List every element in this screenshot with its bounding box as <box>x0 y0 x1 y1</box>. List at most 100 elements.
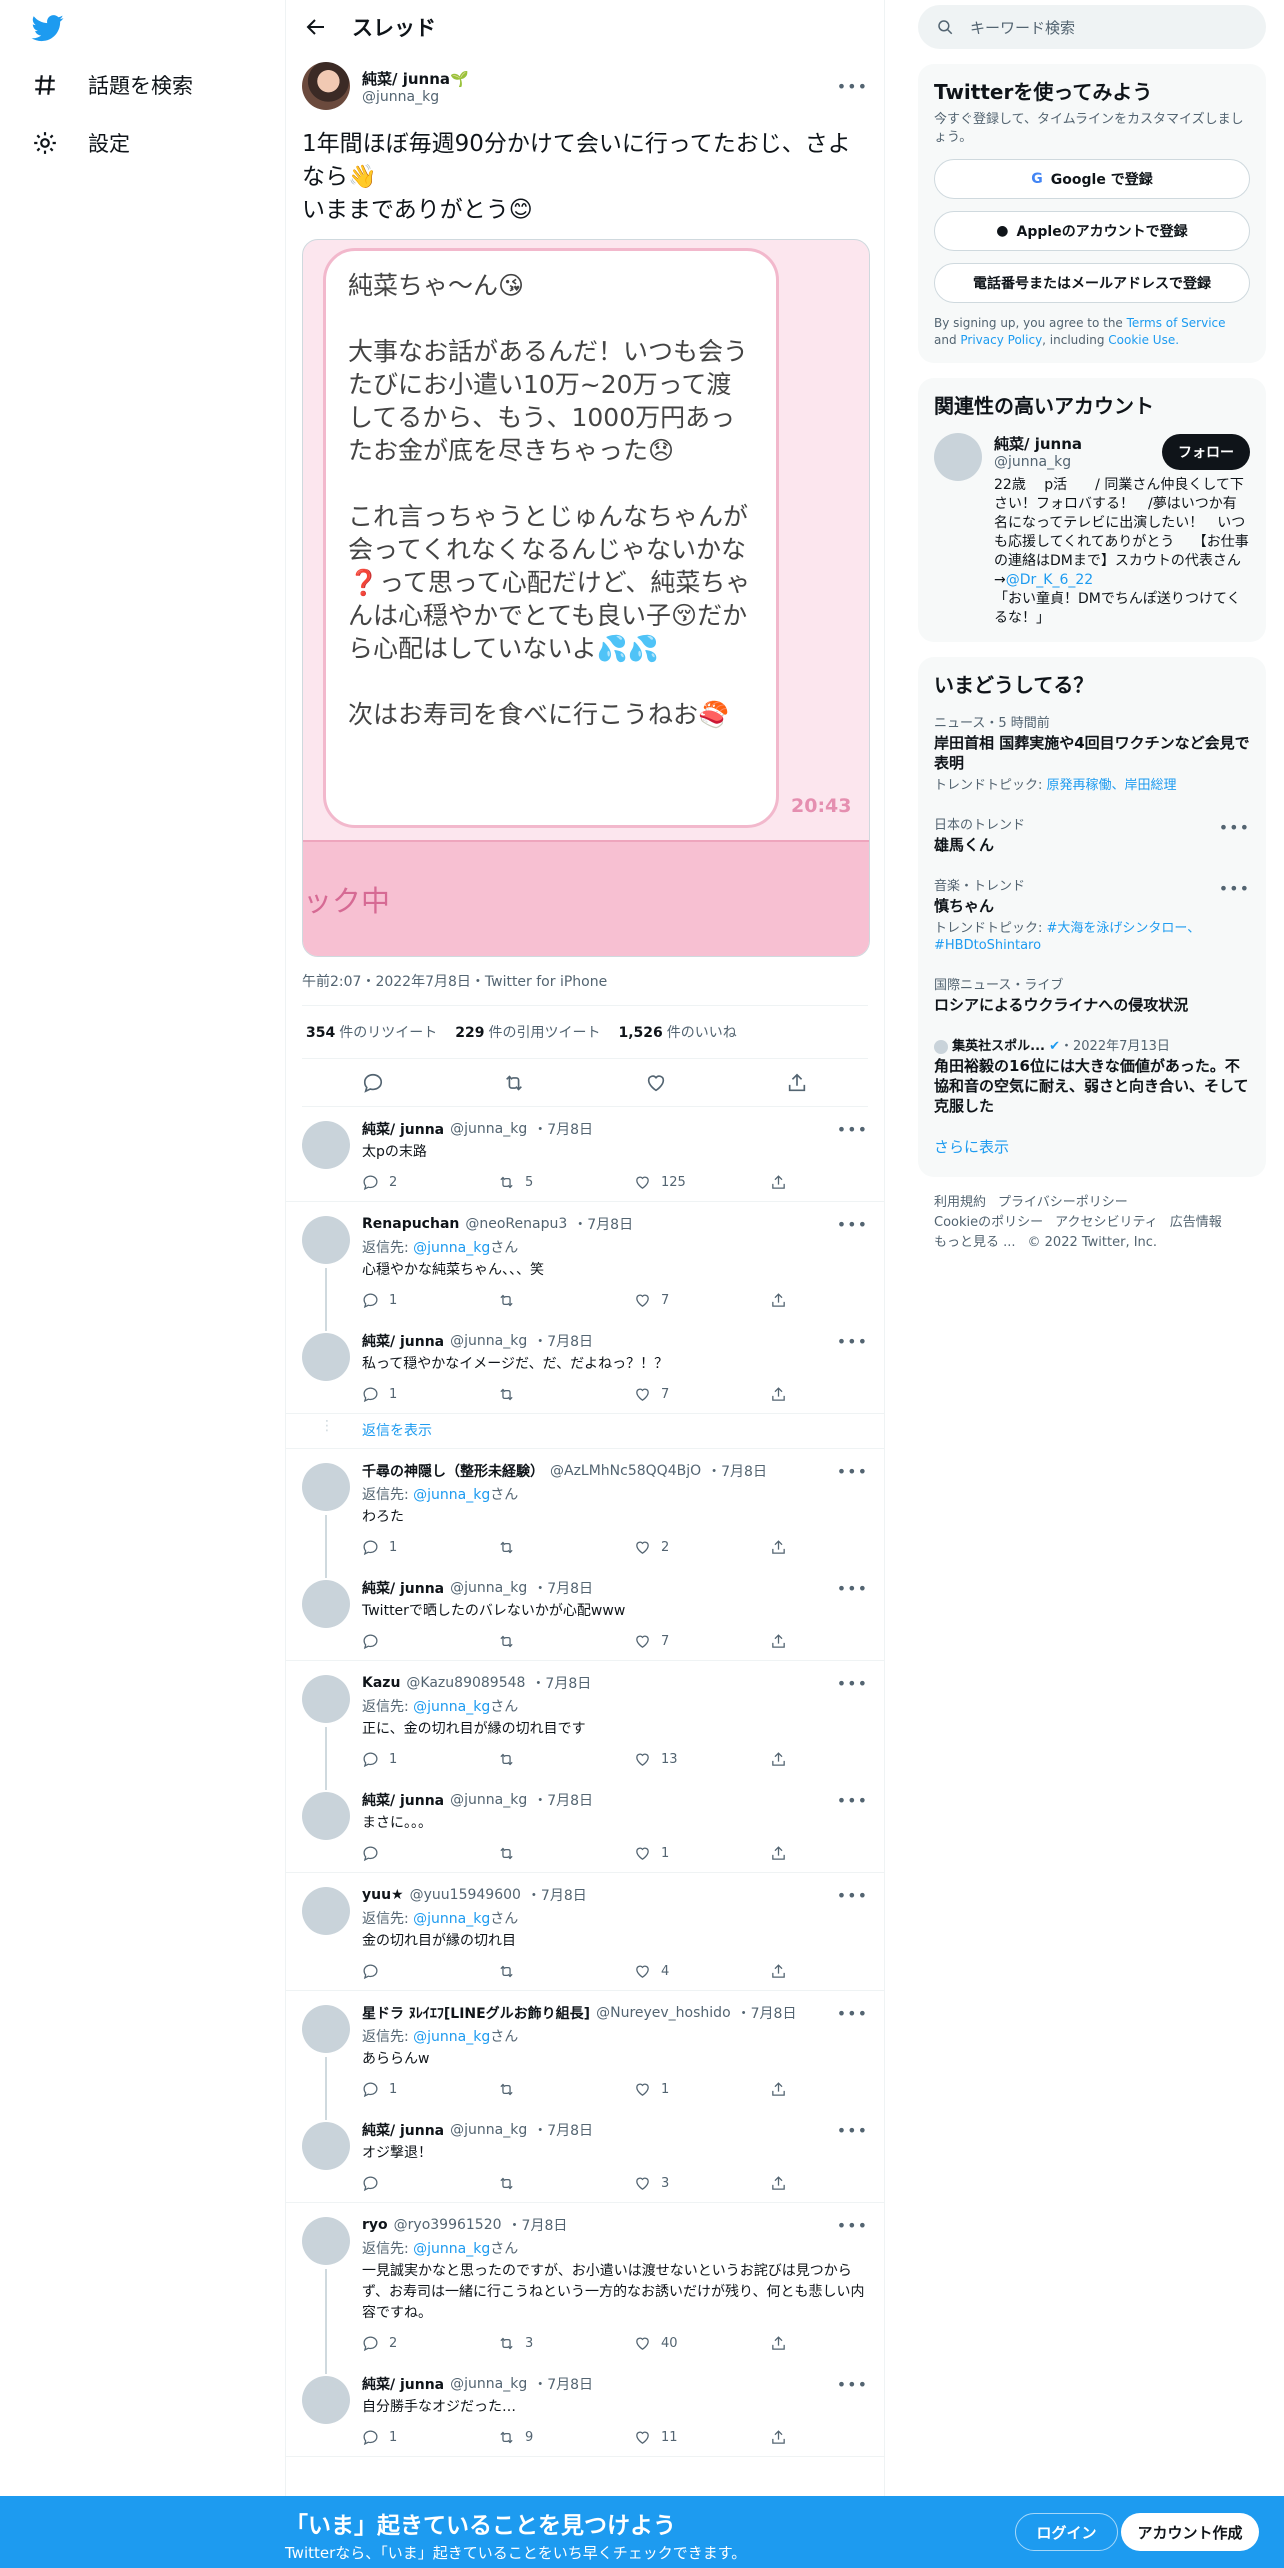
reply-icon[interactable] <box>362 1751 379 1768</box>
retweet-icon[interactable] <box>498 1174 515 1191</box>
reply-tweet[interactable]: 純菜/ junna @junna_kg ・7月8日 ••• Twitterで晒したのバ… <box>286 1566 884 1661</box>
retweet-icon[interactable] <box>498 1845 515 1862</box>
reply-action[interactable]: 1 <box>362 1386 462 1403</box>
reply-action[interactable]: 1 <box>362 2429 462 2446</box>
reply-author-name[interactable]: Renapuchan <box>362 1216 459 1232</box>
related-handle[interactable]: @junna_kg <box>994 454 1082 470</box>
share-icon[interactable] <box>770 1386 787 1403</box>
phone-signup-button[interactable]: 電話番号またはメールアドレスで登録 <box>934 263 1250 303</box>
reply-author-name[interactable]: ryo <box>362 2217 388 2233</box>
trend-item[interactable]: ニュース・5 時間前 岸田首相 国葬実施や4回目ワクチンなど会見で表明 トレンドトピ… <box>918 702 1266 804</box>
reply-author-handle[interactable]: @yuu15949600 <box>410 1887 521 1903</box>
share-icon[interactable] <box>770 2175 787 2192</box>
reply-icon[interactable] <box>362 2429 379 2446</box>
like-action[interactable]: 1 <box>634 1845 734 1862</box>
reply-icon[interactable] <box>362 1174 379 1191</box>
heart-icon[interactable] <box>634 1751 651 1768</box>
more-icon[interactable]: ••• <box>1219 818 1250 837</box>
reply-tweet[interactable]: 星ドラ ﾇﾚｲｴﾌ[LINEグルお飾り組長] @Nureyev_hoshido ・… <box>286 1991 884 2108</box>
apple-signup-button[interactable]: ● Appleのアカウントで登録 <box>934 211 1250 251</box>
reply-author-name[interactable]: 星ドラ ﾇﾚｲｴﾌ[LINEグルお飾り組長] <box>362 2003 590 2023</box>
share-action[interactable] <box>770 1845 787 1862</box>
avatar[interactable] <box>934 433 982 481</box>
share-icon[interactable] <box>770 2429 787 2446</box>
heart-icon[interactable] <box>634 2429 651 2446</box>
reply-icon[interactable] <box>362 2335 379 2352</box>
avatar[interactable] <box>302 62 350 110</box>
login-button[interactable]: ログイン <box>1015 2513 1118 2551</box>
like-action[interactable]: 3 <box>634 2175 734 2192</box>
footer-link[interactable]: アクセシビリティ <box>1055 1215 1158 1230</box>
reply-icon[interactable] <box>362 1845 379 1862</box>
reply-tweet[interactable]: 純菜/ junna @junna_kg ・7月8日 ••• 太pの末路 2 5 125 <box>286 1107 884 1202</box>
heart-icon[interactable] <box>634 2081 651 2098</box>
reply-author-name[interactable]: 純菜/ junna <box>362 1790 444 1810</box>
reply-author-handle[interactable]: @junna_kg <box>450 1580 527 1596</box>
reply-action[interactable] <box>362 2175 462 2192</box>
share-icon[interactable] <box>770 1539 787 1556</box>
nav-settings[interactable]: 設定 <box>30 128 130 158</box>
reply-action[interactable]: 2 <box>362 2335 462 2352</box>
reply-tweet[interactable]: ryo @ryo39961520 ・7月8日 ••• 返信先: @junna_kgさん… <box>286 2203 884 2362</box>
like-action[interactable]: 7 <box>634 1292 734 1309</box>
reply-icon[interactable] <box>362 2175 379 2192</box>
more-icon[interactable]: ••• <box>837 2375 868 2394</box>
avatar[interactable] <box>302 2122 350 2170</box>
related-name[interactable]: 純菜/ junna <box>994 433 1082 454</box>
share-action[interactable] <box>770 2175 787 2192</box>
like-action[interactable]: 40 <box>634 2335 734 2352</box>
share-icon[interactable] <box>770 1633 787 1650</box>
reply-author-handle[interactable]: @junna_kg <box>450 2122 527 2138</box>
like-action[interactable]: 2 <box>634 1539 734 1556</box>
retweet-action[interactable] <box>498 1751 598 1768</box>
heart-icon[interactable] <box>634 2335 651 2352</box>
more-icon[interactable]: ••• <box>837 1215 868 1234</box>
twitter-logo-icon[interactable] <box>30 12 66 44</box>
share-icon[interactable] <box>770 1292 787 1309</box>
like-action[interactable]: 13 <box>634 1751 734 1768</box>
reply-author-name[interactable]: 純菜/ junna <box>362 1331 444 1351</box>
footer-link[interactable]: プライバシーポリシー <box>998 1195 1128 1210</box>
reply-to-link[interactable]: @junna_kg <box>413 1699 490 1715</box>
create-account-button[interactable]: アカウント作成 <box>1121 2513 1259 2551</box>
share-action[interactable] <box>770 1539 787 1556</box>
avatar[interactable] <box>302 2005 350 2053</box>
more-icon[interactable]: ••• <box>837 1886 868 1905</box>
search-input[interactable]: キーワード検索 <box>918 5 1266 49</box>
reply-to-link[interactable]: @junna_kg <box>413 1487 490 1503</box>
reply-date[interactable]: ・7月8日 <box>737 2003 797 2023</box>
avatar[interactable] <box>302 1333 350 1381</box>
follow-button[interactable]: フォロー <box>1162 433 1250 470</box>
reply-date[interactable]: ・7月8日 <box>533 2120 593 2140</box>
avatar[interactable] <box>302 1216 350 1264</box>
retweet-action[interactable]: 9 <box>498 2429 598 2446</box>
avatar[interactable] <box>302 1792 350 1840</box>
share-icon[interactable] <box>770 2081 787 2098</box>
reply-tweet[interactable]: 純菜/ junna @junna_kg ・7月8日 ••• 自分勝手なオジだった… 1 9… <box>286 2362 884 2457</box>
retweet-action[interactable] <box>498 1845 598 1862</box>
retweet-count[interactable]: 354 件のリツイート <box>306 1022 437 1042</box>
reply-date[interactable]: ・7月8日 <box>533 1790 593 1810</box>
share-action[interactable] <box>770 1633 787 1650</box>
share-action[interactable] <box>770 2429 787 2446</box>
reply-author-handle[interactable]: @AzLMhNc58QQ4BjO <box>550 1463 701 1479</box>
avatar[interactable] <box>302 1463 350 1511</box>
reply-author-handle[interactable]: @neoRenapu3 <box>465 1216 567 1232</box>
share-action[interactable] <box>770 2081 787 2098</box>
reply-author-name[interactable]: 純菜/ junna <box>362 1578 444 1598</box>
share-icon[interactable] <box>770 1963 787 1980</box>
more-icon[interactable]: ••• <box>837 2216 868 2235</box>
reply-author-name[interactable]: Kazu <box>362 1675 400 1691</box>
retweet-icon[interactable] <box>498 2175 515 2192</box>
more-icon[interactable]: ••• <box>837 1674 868 1693</box>
avatar[interactable] <box>302 1580 350 1628</box>
share-icon[interactable] <box>786 1072 808 1094</box>
reply-icon[interactable] <box>362 1072 384 1094</box>
reply-date[interactable]: ・7月8日 <box>508 2215 568 2235</box>
reply-date[interactable]: ・7月8日 <box>531 1673 591 1693</box>
reply-icon[interactable] <box>362 1633 379 1650</box>
more-icon[interactable]: ••• <box>1219 879 1250 898</box>
heart-icon[interactable] <box>634 2175 651 2192</box>
share-icon[interactable] <box>770 2335 787 2352</box>
reply-action[interactable]: 2 <box>362 1174 462 1191</box>
